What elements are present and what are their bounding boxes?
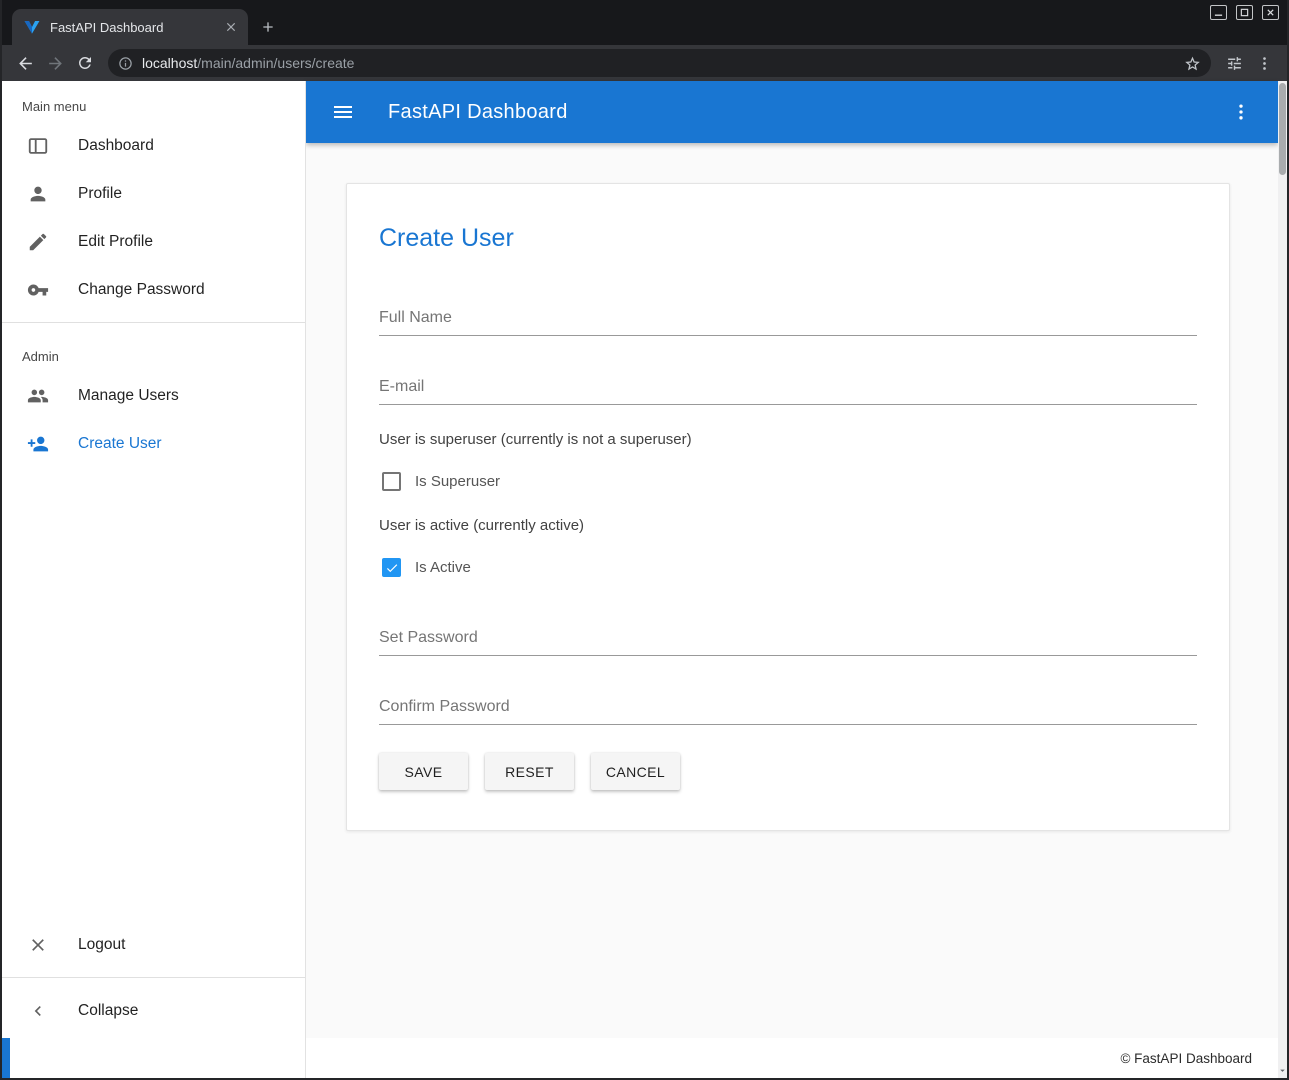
superuser-status-text: User is superuser (currently is not a su… xyxy=(379,431,1197,448)
browser-tab-bar: FastAPI Dashboard xyxy=(2,0,1287,45)
forward-button[interactable] xyxy=(42,50,68,76)
appbar-overflow-icon[interactable] xyxy=(1226,97,1256,127)
hamburger-menu-icon[interactable] xyxy=(328,97,358,127)
sidebar-item-create-user[interactable]: Create User xyxy=(2,420,305,468)
form-actions: SAVE RESET CANCEL xyxy=(379,753,1197,790)
sidebar-item-dashboard[interactable]: Dashboard xyxy=(2,122,305,170)
new-tab-button[interactable] xyxy=(254,13,282,41)
back-button[interactable] xyxy=(12,50,38,76)
url-host: localhost xyxy=(142,55,197,71)
sidebar-item-profile[interactable]: Profile xyxy=(2,170,305,218)
sidebar-item-label: Collapse xyxy=(78,1002,138,1020)
cancel-button[interactable]: CANCEL xyxy=(591,753,680,790)
person-icon xyxy=(26,182,50,206)
tab-title: FastAPI Dashboard xyxy=(50,20,212,35)
active-status-text: User is active (currently active) xyxy=(379,517,1197,534)
people-icon xyxy=(26,384,50,408)
logout-x-icon xyxy=(26,933,50,957)
checkbox-checked-icon xyxy=(382,558,401,577)
bookmark-star-icon[interactable] xyxy=(1184,55,1201,72)
checkbox-label: Is Superuser xyxy=(415,473,500,490)
sidebar-section-main-menu: Main menu xyxy=(2,81,305,122)
url-text: localhost/main/admin/users/create xyxy=(142,55,1175,71)
browser-window: FastAPI Dashboard xyxy=(0,0,1289,1080)
close-icon xyxy=(1266,4,1275,22)
copyright-text: © FastAPI Dashboard xyxy=(1120,1051,1252,1066)
sidebar-bottom: Logout Collapse xyxy=(2,921,305,1036)
create-user-card: Create User User is superuser (currently… xyxy=(346,183,1230,831)
footer-accent xyxy=(2,1038,10,1078)
reset-button[interactable]: RESET xyxy=(485,753,574,790)
divider xyxy=(2,322,305,323)
is-active-checkbox[interactable]: Is Active xyxy=(379,558,471,577)
dashboard-icon xyxy=(26,134,50,158)
address-bar[interactable]: localhost/main/admin/users/create xyxy=(108,49,1211,77)
sidebar-section-admin: Admin xyxy=(2,331,305,372)
app-footer: © FastAPI Dashboard xyxy=(306,1038,1278,1078)
sidebar-item-label: Dashboard xyxy=(78,137,154,155)
sidebar-item-label: Manage Users xyxy=(78,387,179,405)
chevron-left-icon xyxy=(26,999,50,1023)
sidebar-item-edit-profile[interactable]: Edit Profile xyxy=(2,218,305,266)
sidebar-item-label: Profile xyxy=(78,185,122,203)
reload-button[interactable] xyxy=(72,50,98,76)
tab-close-icon[interactable] xyxy=(222,18,240,36)
sidebar-item-label: Change Password xyxy=(78,281,205,299)
extensions-tune-icon[interactable] xyxy=(1221,50,1247,76)
window-minimize-button[interactable] xyxy=(1210,5,1227,20)
browser-menu-icon[interactable] xyxy=(1251,50,1277,76)
checkbox-unchecked-icon xyxy=(382,472,401,491)
set-password-input[interactable] xyxy=(379,625,1197,656)
minimize-icon xyxy=(1214,4,1223,22)
browser-toolbar: localhost/main/admin/users/create xyxy=(2,45,1287,81)
save-button[interactable]: SAVE xyxy=(379,753,468,790)
url-path: /main/admin/users/create xyxy=(197,55,354,71)
full-name-input[interactable] xyxy=(379,305,1197,336)
site-info-icon[interactable] xyxy=(118,56,133,71)
window-controls xyxy=(1210,5,1279,20)
is-superuser-checkbox[interactable]: Is Superuser xyxy=(379,472,500,491)
maximize-icon xyxy=(1240,4,1249,22)
sidebar-collapse-button[interactable]: Collapse xyxy=(2,986,305,1036)
scrollbar-thumb[interactable] xyxy=(1279,83,1286,175)
appbar-title: FastAPI Dashboard xyxy=(388,101,1196,124)
scrollbar-down-arrow-icon[interactable] xyxy=(1278,1064,1287,1077)
divider xyxy=(2,977,305,978)
sidebar-item-label: Edit Profile xyxy=(78,233,153,251)
sidebar-item-logout[interactable]: Logout xyxy=(2,921,305,969)
confirm-password-input[interactable] xyxy=(379,694,1197,725)
sidebar-item-change-password[interactable]: Change Password xyxy=(2,266,305,314)
vuetify-favicon-icon xyxy=(24,19,40,35)
key-icon xyxy=(26,278,50,302)
main-area: FastAPI Dashboard Create User User is su… xyxy=(306,81,1278,1078)
page-title: Create User xyxy=(379,224,1197,253)
sidebar: Main menu Dashboard Profile Edit Profile xyxy=(2,81,306,1078)
sidebar-item-label: Create User xyxy=(78,435,162,453)
sidebar-item-label: Logout xyxy=(78,936,125,954)
window-close-button[interactable] xyxy=(1262,5,1279,20)
email-input[interactable] xyxy=(379,374,1197,405)
person-add-icon xyxy=(26,432,50,456)
checkbox-label: Is Active xyxy=(415,559,471,576)
window-maximize-button[interactable] xyxy=(1236,5,1253,20)
browser-tab[interactable]: FastAPI Dashboard xyxy=(12,9,248,45)
app-bar: FastAPI Dashboard xyxy=(306,81,1278,143)
pencil-icon xyxy=(26,230,50,254)
page-content: Create User User is superuser (currently… xyxy=(306,143,1278,1038)
sidebar-item-manage-users[interactable]: Manage Users xyxy=(2,372,305,420)
scrollbar[interactable] xyxy=(1278,81,1287,1078)
app-root: Main menu Dashboard Profile Edit Profile xyxy=(2,81,1287,1078)
